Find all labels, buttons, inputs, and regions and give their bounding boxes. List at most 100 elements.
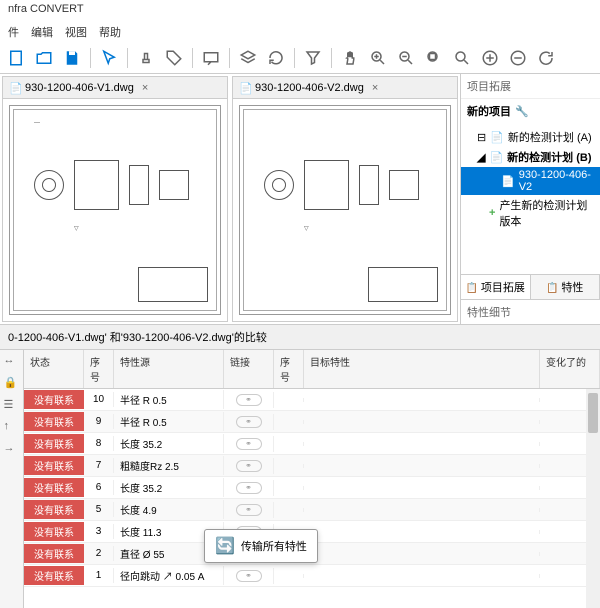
tab-props[interactable]: 📋 特性 — [531, 275, 600, 299]
cell-link[interactable]: ⚭ — [224, 414, 274, 430]
status-badge: 没有联系 — [24, 456, 84, 475]
zoom-in-icon[interactable] — [366, 46, 390, 70]
status-badge: 没有联系 — [24, 566, 84, 585]
file-icon: 📄 — [9, 82, 21, 94]
open-icon[interactable] — [32, 46, 56, 70]
compare-grid: 状态 序号 特性源 链接 序号 目标特性 变化了的 没有联系 10 半径 R 0… — [24, 350, 600, 608]
tree-file[interactable]: 📄 930-1200-406-V2 — [461, 167, 600, 195]
minus-box-icon: ⊟ — [477, 131, 486, 144]
stamp-icon[interactable] — [134, 46, 158, 70]
cell-link[interactable]: ⚭ — [224, 568, 274, 584]
compare-sidebar: ↔ 🔒 ☰ ↑ → — [0, 350, 24, 608]
table-row[interactable]: 没有联系 5 长度 4.9 ⚭ — [24, 499, 600, 521]
table-row[interactable]: 没有联系 1 径向跳动 ↗ 0.05 A ⚭ — [24, 565, 600, 587]
cell-num: 2 — [84, 546, 114, 561]
pointer-icon[interactable] — [97, 46, 121, 70]
cell-tgt — [304, 508, 540, 512]
cell-num: 7 — [84, 458, 114, 473]
cell-src: 长度 35.2 — [114, 434, 224, 453]
viewer-right: 📄 930-1200-406-V2.dwg × ▽ — [232, 76, 458, 322]
cell-tgt — [304, 398, 540, 402]
status-badge: 没有联系 — [24, 390, 84, 409]
cell-src: 径向跳动 ↗ 0.05 A — [114, 566, 224, 585]
compare-title: 0-1200-406-V1.dwg' 和'930-1200-406-V2.dwg… — [0, 324, 600, 350]
file-icon: 📄 — [239, 82, 251, 94]
status-badge: 没有联系 — [24, 412, 84, 431]
cell-num: 3 — [84, 524, 114, 539]
status-badge: 没有联系 — [24, 544, 84, 563]
menu-file[interactable]: 件 — [8, 24, 19, 40]
col-chg[interactable]: 变化了的 — [540, 350, 600, 388]
tab-right-label[interactable]: 930-1200-406-V2.dwg — [255, 82, 364, 94]
cell-src: 长度 4.9 — [114, 500, 224, 519]
zoom-fit-icon[interactable] — [422, 46, 446, 70]
cell-link[interactable]: ⚭ — [224, 436, 274, 452]
col-status[interactable]: 状态 — [24, 350, 84, 388]
zoom-out-icon[interactable] — [394, 46, 418, 70]
menu-help[interactable]: 帮助 — [99, 24, 121, 40]
table-row[interactable]: 没有联系 9 半径 R 0.5 ⚭ — [24, 411, 600, 433]
tag-icon[interactable] — [162, 46, 186, 70]
close-icon[interactable]: × — [142, 82, 148, 94]
cell-num2 — [274, 508, 304, 512]
col-num[interactable]: 序号 — [84, 350, 114, 388]
drawing-left[interactable]: — ▽ — [3, 99, 227, 321]
new-icon[interactable] — [4, 46, 28, 70]
col-num2[interactable]: 序号 — [274, 350, 304, 388]
tree-plan-b[interactable]: ◢ 📄 新的检测计划 (B) — [461, 147, 600, 167]
rotate-icon[interactable] — [534, 46, 558, 70]
col-tgt[interactable]: 目标特性 — [304, 350, 540, 388]
tree-new-version[interactable]: + 产生新的检测计划版本 — [461, 195, 600, 231]
menu-view[interactable]: 视图 — [65, 24, 87, 40]
pan-icon[interactable] — [338, 46, 362, 70]
status-badge: 没有联系 — [24, 522, 84, 541]
cell-src: 半径 R 0.5 — [114, 412, 224, 431]
plus-icon[interactable] — [478, 46, 502, 70]
col-src[interactable]: 特性源 — [114, 350, 224, 388]
cell-num: 9 — [84, 414, 114, 429]
cell-num: 6 — [84, 480, 114, 495]
cell-tgt — [304, 442, 540, 446]
table-row[interactable]: 没有联系 8 长度 35.2 ⚭ — [24, 433, 600, 455]
table-row[interactable]: 没有联系 10 半径 R 0.5 ⚭ — [24, 389, 600, 411]
cell-link[interactable]: ⚭ — [224, 502, 274, 518]
scrollbar[interactable] — [586, 389, 600, 608]
cell-tgt — [304, 552, 540, 556]
tree-plan-a[interactable]: ⊟ 📄 新的检测计划 (A) — [461, 127, 600, 147]
cell-src: 半径 R 0.5 — [114, 390, 224, 409]
up-icon[interactable]: ↑ — [4, 420, 20, 436]
filter-icon[interactable] — [301, 46, 325, 70]
layers-icon[interactable] — [236, 46, 260, 70]
refresh-icon[interactable] — [264, 46, 288, 70]
transfer-icon: 🔄 — [215, 536, 235, 556]
cell-num2 — [274, 574, 304, 578]
comment-icon[interactable] — [199, 46, 223, 70]
cell-num: 10 — [84, 392, 114, 407]
tab-left-label[interactable]: 930-1200-406-V1.dwg — [25, 82, 134, 94]
minus-icon[interactable] — [506, 46, 530, 70]
right-icon[interactable]: → — [4, 442, 20, 458]
cell-tgt — [304, 464, 540, 468]
lock-icon[interactable]: 🔒 — [4, 376, 20, 392]
cell-num: 8 — [84, 436, 114, 451]
zoom-window-icon[interactable] — [450, 46, 474, 70]
transfer-all-button[interactable]: 🔄 传输所有特性 — [204, 529, 318, 563]
menu-edit[interactable]: 编辑 — [31, 24, 53, 40]
cell-link[interactable]: ⚭ — [224, 480, 274, 496]
col-link[interactable]: 链接 — [224, 350, 274, 388]
menu-bar: 件 编辑 视图 帮助 — [0, 22, 600, 42]
close-icon[interactable]: × — [372, 82, 378, 94]
drawing-right[interactable]: ▽ — [233, 99, 457, 321]
table-row[interactable]: 没有联系 6 长度 35.2 ⚭ — [24, 477, 600, 499]
plus-icon: + — [489, 207, 495, 219]
list-icon[interactable]: ☰ — [4, 398, 20, 414]
cell-src: 长度 35.2 — [114, 478, 224, 497]
save-icon[interactable] — [60, 46, 84, 70]
cell-link[interactable]: ⚭ — [224, 458, 274, 474]
wrench-icon: 🔧 — [515, 105, 529, 118]
cell-num2 — [274, 420, 304, 424]
arrow-icon[interactable]: ↔ — [4, 354, 20, 370]
tab-expand[interactable]: 📋 项目拓展 — [461, 275, 531, 299]
cell-link[interactable]: ⚭ — [224, 392, 274, 408]
table-row[interactable]: 没有联系 7 粗糙度Rz 2.5 ⚭ — [24, 455, 600, 477]
